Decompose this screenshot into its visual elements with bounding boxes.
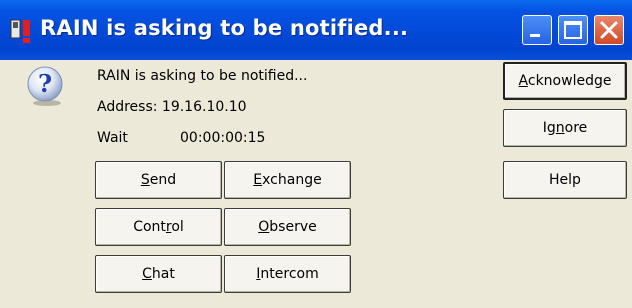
question-icon: ? [27, 66, 63, 106]
ignore-label: Ignore [542, 120, 588, 136]
acknowledge-button[interactable]: Acknowledge [503, 62, 627, 100]
intercom-label: Intercom [256, 266, 319, 282]
notification-message: RAIN is asking to be notified... [97, 68, 308, 84]
help-button[interactable]: Help [503, 161, 627, 199]
observe-button[interactable]: Observe [224, 208, 351, 246]
title-bar[interactable]: RAIN is asking to be notified... [0, 0, 632, 60]
send-label: Send [140, 172, 177, 188]
app-icon [10, 19, 30, 43]
exchange-label: Exchange [253, 172, 322, 188]
acknowledge-label: Acknowledge [518, 73, 612, 89]
maximize-button[interactable] [558, 15, 588, 45]
control-button[interactable]: Control [95, 208, 222, 246]
wait-label: Wait [97, 130, 128, 146]
exchange-button[interactable]: Exchange [224, 161, 351, 199]
observe-label: Observe [258, 219, 317, 235]
address-text: Address: 19.16.10.10 [97, 99, 247, 115]
close-icon [600, 21, 618, 39]
ignore-button[interactable]: Ignore [503, 109, 627, 147]
maximize-icon [564, 21, 582, 39]
intercom-button[interactable]: Intercom [224, 255, 351, 293]
chat-button[interactable]: Chat [95, 255, 222, 293]
svg-text:?: ? [38, 69, 52, 98]
minimize-icon [530, 34, 540, 37]
send-button[interactable]: Send [95, 161, 222, 199]
wait-timer: 00:00:00:15 [180, 130, 266, 146]
window-title: RAIN is asking to be notified... [40, 16, 409, 40]
help-label: Help [549, 172, 581, 188]
notification-dialog: RAIN is asking to be notified... ? RAIN … [0, 0, 632, 308]
control-label: Control [133, 219, 184, 235]
minimize-button[interactable] [522, 15, 552, 45]
chat-label: Chat [142, 266, 175, 282]
close-button[interactable] [594, 15, 624, 45]
